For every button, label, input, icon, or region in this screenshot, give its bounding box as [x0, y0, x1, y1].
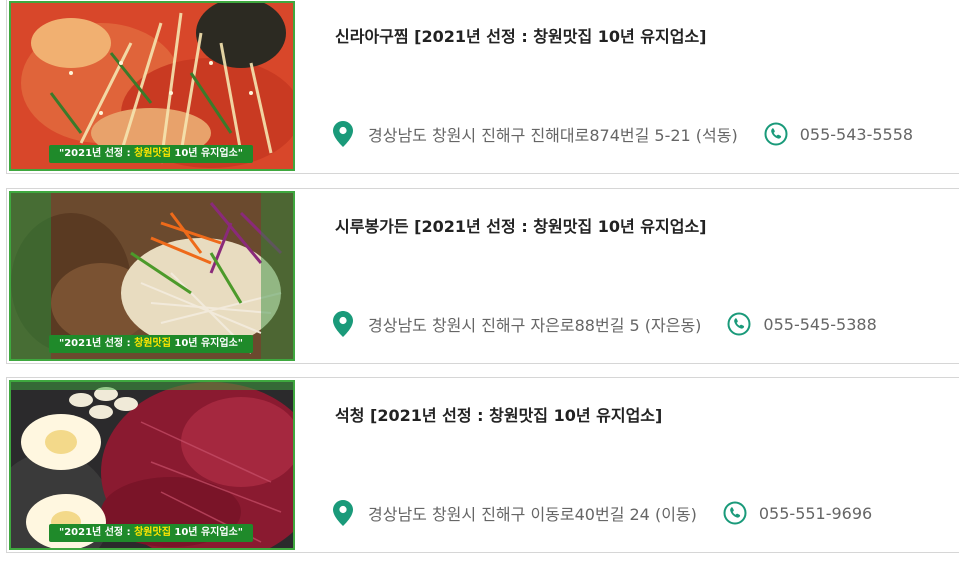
- map-pin-icon: [333, 311, 353, 337]
- restaurant-thumbnail[interactable]: "2021년 선정 : 창원맛집 10년 유지업소": [9, 380, 295, 550]
- restaurant-card[interactable]: "2021년 선정 : 창원맛집 10년 유지업소" 시루봉가든 [2021년 …: [6, 188, 959, 364]
- restaurant-phone[interactable]: 055-545-5388: [763, 315, 876, 334]
- restaurant-name[interactable]: 석청 [2021년 선정 : 창원맛집 10년 유지업소]: [335, 402, 662, 426]
- restaurant-phone[interactable]: 055-543-5558: [800, 125, 913, 144]
- map-pin-icon: [333, 500, 353, 526]
- restaurant-address: 경상남도 창원시 진해구 자은로88번길 5 (자은동): [368, 316, 702, 335]
- award-badge: "2021년 선정 : 창원맛집 10년 유지업소": [49, 335, 253, 353]
- phone-icon: [723, 501, 747, 525]
- restaurant-address: 경상남도 창원시 진해구 이동로40번길 24 (이동): [368, 505, 697, 524]
- restaurant-name[interactable]: 시루봉가든 [2021년 선정 : 창원맛집 10년 유지업소]: [335, 213, 706, 237]
- phone-icon: [727, 312, 751, 336]
- restaurant-info: 경상남도 창원시 진해구 진해대로874번길 5-21 (석동) 055-543…: [333, 121, 913, 147]
- phone-icon: [764, 122, 788, 146]
- restaurant-card[interactable]: "2021년 선정 : 창원맛집 10년 유지업소" 신라아구찜 [2021년 …: [6, 0, 959, 174]
- restaurant-thumbnail[interactable]: "2021년 선정 : 창원맛집 10년 유지업소": [9, 191, 295, 361]
- restaurant-thumbnail[interactable]: "2021년 선정 : 창원맛집 10년 유지업소": [9, 1, 295, 171]
- restaurant-info: 경상남도 창원시 진해구 이동로40번길 24 (이동) 055-551-969…: [333, 500, 872, 526]
- award-badge: "2021년 선정 : 창원맛집 10년 유지업소": [49, 524, 253, 542]
- restaurant-name[interactable]: 신라아구찜 [2021년 선정 : 창원맛집 10년 유지업소]: [335, 23, 706, 47]
- restaurant-list: "2021년 선정 : 창원맛집 10년 유지업소" 신라아구찜 [2021년 …: [0, 0, 959, 562]
- restaurant-card[interactable]: "2021년 선정 : 창원맛집 10년 유지업소" 석청 [2021년 선정 …: [6, 377, 959, 553]
- map-pin-icon: [333, 121, 353, 147]
- restaurant-info: 경상남도 창원시 진해구 자은로88번길 5 (자은동) 055-545-538…: [333, 311, 877, 337]
- award-badge: "2021년 선정 : 창원맛집 10년 유지업소": [49, 145, 253, 163]
- restaurant-phone[interactable]: 055-551-9696: [759, 504, 872, 523]
- restaurant-address: 경상남도 창원시 진해구 진해대로874번길 5-21 (석동): [368, 126, 738, 145]
